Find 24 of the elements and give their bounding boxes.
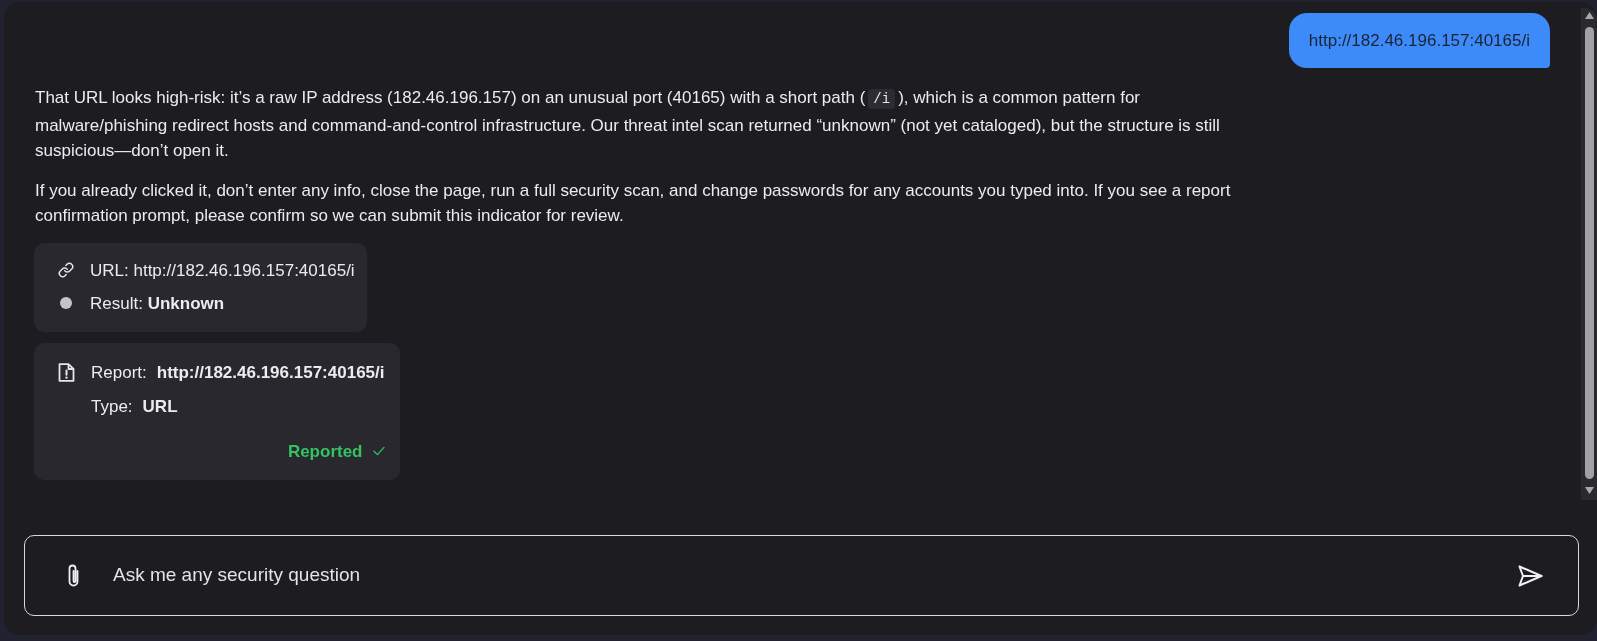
attach-button[interactable] [67, 562, 80, 589]
report-field-value: http://182.46.196.157:40165/i [156, 361, 385, 384]
message-composer[interactable]: Ask me any security question [24, 535, 1579, 616]
scroll-up-icon[interactable] [1584, 12, 1594, 19]
status-dot-icon [59, 297, 72, 309]
scan-result-text: Result: Unknown [90, 292, 225, 315]
report-field-label: Report: [91, 361, 147, 384]
report-field-label: Type: [91, 395, 133, 418]
report-field-value: URL [142, 395, 178, 418]
user-message-bubble: http://182.46.196.157:40165/i [1288, 13, 1550, 68]
paperclip-icon [67, 562, 80, 589]
report-status-text: Reported [287, 440, 363, 463]
assistant-message-text: That URL looks high-risk: it’s a raw IP address (182.46.196.157) on an unusual port (40165) with a short path ( /i ), which is a common pattern for malware/phishing redirect hosts and command-and-control infrastructure. Our threat intel scan returned “unknown” (not yet cataloged), but the structure is still suspicious—don’t open it. [35, 87, 1221, 162]
message-input[interactable]: Ask me any security question [113, 561, 1498, 590]
check-icon [372, 446, 385, 456]
scrollbar-thumb[interactable] [1584, 27, 1594, 479]
link-icon [57, 262, 74, 278]
send-button[interactable] [1518, 564, 1543, 587]
scan-url-text: URL: http://182.46.196.157:40165/i [90, 259, 355, 282]
assistant-message-text: If you already clicked it, don’t enter any info, close the page, run a full security scan, and change passwords for any accounts you typed into. If you see a report confirmation prompt, please confirm so we can submit this indicator for review. [35, 179, 1232, 227]
scroll-down-icon[interactable] [1584, 487, 1594, 494]
send-icon [1518, 564, 1543, 587]
scrollbar[interactable] [1581, 8, 1597, 500]
report-file-icon [58, 362, 75, 382]
